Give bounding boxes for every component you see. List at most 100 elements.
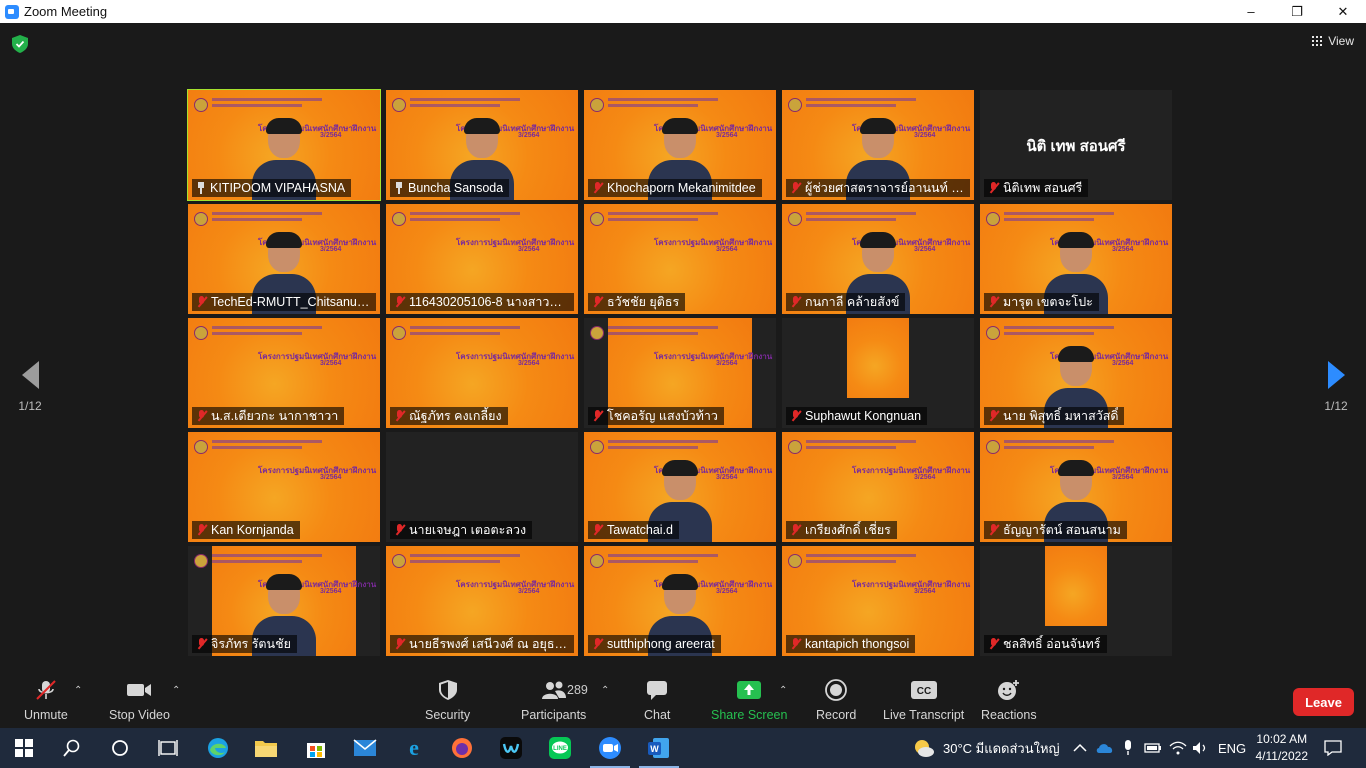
edge-browser-icon[interactable] (194, 728, 242, 768)
participant-count: 289 (567, 683, 588, 697)
line-app-icon[interactable]: LINE (536, 728, 584, 768)
internet-explorer-icon[interactable]: e (390, 728, 438, 768)
muted-mic-icon (790, 638, 801, 650)
notifications-icon[interactable] (1324, 728, 1342, 768)
participant-tile[interactable]: โครงการปฐมนิเทศนักศึกษาฝึกงาน 3/2564 sutth… (584, 546, 776, 656)
participant-tile[interactable]: โครงการปฐมนิเทศนักศึกษาฝึกงาน 3/2564 TechE… (188, 204, 380, 314)
file-explorer-icon[interactable] (242, 728, 290, 768)
participant-tile[interactable]: โครงการปฐมนิเทศนักศึกษาฝึกงาน 3/2564 ผู้ช่… (782, 90, 974, 200)
muted-mic-icon (988, 524, 999, 536)
muted-mic-icon (592, 296, 603, 308)
slide-term: 3/2564 (716, 132, 738, 139)
task-view-icon[interactable] (144, 728, 192, 768)
participant-tile[interactable]: นิติ เทพ สอนศรี นิติเทพ สอนศรี (980, 90, 1172, 200)
participant-tile[interactable]: โครงการปฐมนิเทศนักศึกษาฝึกงาน 3/2564 กนกาล… (782, 204, 974, 314)
participant-tile[interactable]: โครงการปฐมนิเทศนักศึกษาฝึกงาน 3/2564 นายธี… (386, 546, 578, 656)
stop-video-button[interactable]: Stop Video (109, 679, 170, 722)
muted-mic-icon (196, 524, 207, 536)
volume-icon[interactable] (1192, 728, 1210, 768)
participant-name-bar: Suphawut Kongnuan (786, 407, 928, 425)
view-button[interactable]: View (1312, 34, 1354, 48)
live-transcript-button[interactable]: CC Live Transcript (883, 679, 964, 722)
firefox-icon[interactable] (438, 728, 486, 768)
system-clock[interactable]: 10:02 AM 4/11/2022 (1256, 731, 1309, 765)
muted-mic-icon (988, 410, 999, 422)
encryption-shield-icon[interactable] (12, 35, 28, 53)
leave-button[interactable]: Leave (1293, 688, 1354, 716)
participant-tile[interactable]: โครงการปฐมนิเทศนักศึกษาฝึกงาน 3/2564 Khoch… (584, 90, 776, 200)
battery-icon[interactable] (1144, 728, 1162, 768)
zoom-taskbar-icon[interactable] (586, 728, 634, 768)
slide-term: 3/2564 (716, 474, 738, 481)
weather-widget[interactable]: 30°C มีแดดส่วนใหญ่ (913, 728, 1060, 768)
participant-tile[interactable]: ชลสิทธิ์ อ่อนจันทร์ (980, 546, 1172, 656)
search-icon[interactable] (48, 728, 96, 768)
virtual-background (1045, 546, 1107, 626)
participant-tile[interactable]: โครงการปฐมนิเทศนักศึกษาฝึกงาน 3/2564 Bunch… (386, 90, 578, 200)
participant-tile[interactable]: โครงการปฐมนิเทศนักศึกษาฝึกงาน 3/2564 ธวัชช… (584, 204, 776, 314)
restore-button[interactable]: ❐ (1274, 0, 1320, 23)
participant-tile[interactable]: โครงการปฐมนิเทศนักศึกษาฝึกงาน 3/2564 เกรีย… (782, 432, 974, 542)
webex-icon[interactable] (487, 728, 535, 768)
reactions-label: Reactions (981, 708, 1037, 722)
muted-mic-icon (988, 638, 999, 650)
share-screen-button[interactable]: Share Screen (711, 679, 787, 722)
participant-tile[interactable]: โครงการปฐมนิเทศนักศึกษาฝึกงาน 3/2564 จิรภั… (188, 546, 380, 656)
participant-name: TechEd-RMUTT_Chitsanup... (211, 295, 370, 309)
university-logo-icon (986, 440, 1000, 454)
participant-tile[interactable]: Suphawut Kongnuan (782, 318, 974, 428)
input-language[interactable]: ENG (1218, 728, 1246, 768)
participant-name: กนกาลี คล้ายสังข์ (805, 295, 900, 309)
previous-page-button[interactable]: 1/12 (10, 361, 50, 413)
show-hidden-icons-button[interactable] (1073, 728, 1087, 768)
mail-icon[interactable] (341, 728, 389, 768)
unmute-button[interactable]: Unmute (24, 679, 68, 722)
participant-tile[interactable]: โครงการปฐมนิเทศนักศึกษาฝึกงาน 3/2564 kanta… (782, 546, 974, 656)
participant-tile[interactable]: โครงการปฐมนิเทศนักศึกษาฝึกงาน 3/2564 นาย พ… (980, 318, 1172, 428)
participant-name: จิรภัทร รัตนชัย (211, 637, 291, 651)
audio-options-caret-icon[interactable]: ⌃ (74, 685, 82, 696)
microphone-icon[interactable] (1122, 728, 1134, 768)
windows-start-icon[interactable] (0, 728, 48, 768)
participant-name: มารุต เขตจะโปะ (1003, 295, 1093, 309)
minimize-button[interactable]: – (1228, 0, 1274, 23)
slide-org-line (806, 560, 896, 563)
microsoft-store-icon[interactable] (292, 728, 340, 768)
participant-name-bar: นิติเทพ สอนศรี (984, 179, 1089, 197)
word-icon[interactable]: W (635, 728, 683, 768)
cortana-icon[interactable] (96, 728, 144, 768)
chat-bubble-icon (646, 679, 668, 701)
onedrive-icon[interactable] (1096, 728, 1114, 768)
participant-tile[interactable]: โครงการปฐมนิเทศนักศึกษาฝึกงาน 3/2564 ธัญญา… (980, 432, 1172, 542)
close-button[interactable]: ✕ (1320, 0, 1366, 23)
participant-tile[interactable]: โครงการปฐมนิเทศนักศึกษาฝึกงาน 3/2564 ณัฐภั… (386, 318, 578, 428)
gallery-grid: โครงการปฐมนิเทศนักศึกษาฝึกงาน 3/2564 KITIP… (187, 89, 1178, 656)
next-page-button[interactable]: 1/12 (1316, 361, 1356, 413)
muted-mic-icon (790, 296, 801, 308)
university-logo-icon (590, 440, 604, 454)
university-logo-icon (590, 326, 604, 340)
share-options-caret-icon[interactable]: ⌃ (779, 685, 787, 696)
video-camera-icon (126, 679, 152, 701)
participant-tile[interactable]: โครงการปฐมนิเทศนักศึกษาฝึกงาน 3/2564 โชคอร… (584, 318, 776, 428)
slide-org-line (806, 98, 916, 101)
participant-tile[interactable]: นายเจษฎา เตอตะลวง (386, 432, 578, 542)
chat-button[interactable]: Chat (644, 679, 670, 722)
participant-tile[interactable]: โครงการปฐมนิเทศนักศึกษาฝึกงาน 3/2564 Kan K… (188, 432, 380, 542)
participant-name: 116430205106-8 นางสาววรร... (409, 295, 568, 309)
participant-tile[interactable]: โครงการปฐมนิเทศนักศึกษาฝึกงาน 3/2564 KITIP… (187, 89, 381, 201)
participant-tile[interactable]: โครงการปฐมนิเทศนักศึกษาฝึกงาน 3/2564 มารุต… (980, 204, 1172, 314)
participant-tile[interactable]: โครงการปฐมนิเทศนักศึกษาฝึกงาน 3/2564 11643… (386, 204, 578, 314)
record-button[interactable]: Record (816, 679, 856, 722)
wifi-icon[interactable] (1169, 728, 1187, 768)
participants-caret-icon[interactable]: ⌃ (601, 685, 609, 696)
muted-mic-icon (196, 296, 207, 308)
slide-term: 3/2564 (716, 588, 738, 595)
participant-tile[interactable]: โครงการปฐมนิเทศนักศึกษาฝึกงาน 3/2564 Tawat… (584, 432, 776, 542)
reactions-button[interactable]: Reactions (981, 679, 1037, 722)
security-button[interactable]: Security (425, 679, 470, 722)
slide-term: 3/2564 (1112, 246, 1134, 253)
video-options-caret-icon[interactable]: ⌃ (172, 685, 180, 696)
participant-tile[interactable]: โครงการปฐมนิเทศนักศึกษาฝึกงาน 3/2564 น.ส.เ… (188, 318, 380, 428)
participant-name-bar: TechEd-RMUTT_Chitsanup... (192, 293, 376, 311)
